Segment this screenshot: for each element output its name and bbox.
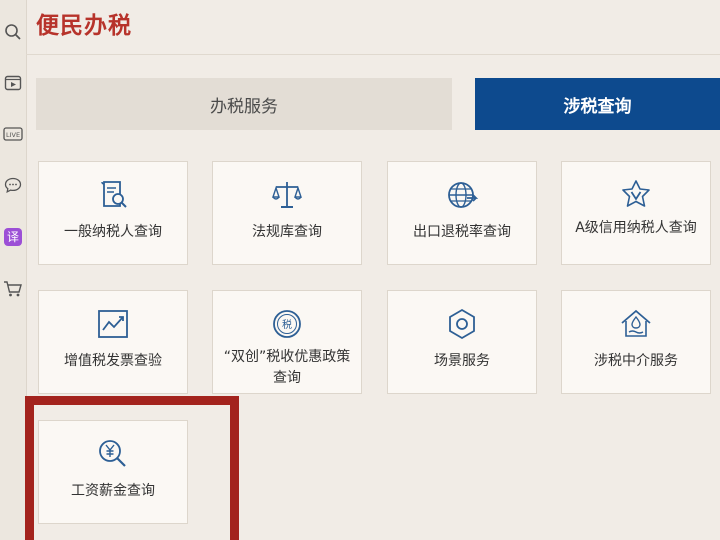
highlight-box xyxy=(25,396,239,540)
tab-label: 涉税查询 xyxy=(563,96,632,117)
cart-icon[interactable] xyxy=(3,279,23,299)
card-label: 法规库查询 xyxy=(252,224,322,240)
card-label: A级信用纳税人查询 xyxy=(575,220,697,236)
card-tax-agency-services[interactable]: 涉税中介服务 xyxy=(561,290,711,394)
live-icon[interactable]: LIVE xyxy=(3,124,23,144)
page-header: 便民办税 xyxy=(26,0,720,55)
video-icon[interactable] xyxy=(3,73,23,93)
hexagon-icon xyxy=(449,308,475,340)
scales-icon xyxy=(272,182,302,208)
card-entrepreneurship-tax-policy-query[interactable]: 税 “双创”税收优惠政策查询 xyxy=(212,290,362,394)
card-label: 涉税中介服务 xyxy=(594,353,678,369)
page-title: 便民办税 xyxy=(36,13,132,39)
svg-text:税: 税 xyxy=(282,318,292,331)
chat-icon[interactable] xyxy=(3,175,23,195)
translate-label: 译 xyxy=(4,228,22,246)
side-toolbar: LIVE 译 xyxy=(0,0,27,540)
card-label: 一般纳税人查询 xyxy=(64,224,162,240)
svg-text:LIVE: LIVE xyxy=(6,131,20,139)
search-icon[interactable] xyxy=(3,22,23,42)
card-export-rebate-query[interactable]: 出口退税率查询 xyxy=(387,161,537,265)
chart-trend-icon xyxy=(98,310,128,338)
card-regulation-query[interactable]: 法规库查询 xyxy=(212,161,362,265)
card-a-credit-taxpayer-query[interactable]: A级信用纳税人查询 xyxy=(561,161,711,265)
card-scenario-services[interactable]: 场景服务 xyxy=(387,290,537,394)
badge-v-icon xyxy=(622,180,650,207)
card-vat-invoice-check[interactable]: 增值税发票查验 xyxy=(38,290,188,394)
card-label: 出口退税率查询 xyxy=(413,224,511,240)
app-root: LIVE 译 便民办税 办税服务 涉税查询 一般纳税人查询 法规库查询 出口退税… xyxy=(0,0,720,540)
tab-label: 办税服务 xyxy=(210,96,278,117)
tab-tax-query[interactable]: 涉税查询 xyxy=(475,78,720,130)
house-water-icon xyxy=(621,309,651,337)
translate-icon[interactable]: 译 xyxy=(3,227,23,247)
card-label: “双创”税收优惠政策查询 xyxy=(223,349,351,386)
tax-seal-icon: 税 xyxy=(273,310,301,338)
document-search-icon xyxy=(101,181,127,208)
card-label: 场景服务 xyxy=(434,353,490,369)
card-label: 增值税发票查验 xyxy=(64,353,162,369)
card-general-taxpayer-query[interactable]: 一般纳税人查询 xyxy=(38,161,188,265)
globe-export-icon xyxy=(448,182,479,208)
tab-tax-services[interactable]: 办税服务 xyxy=(36,78,452,130)
